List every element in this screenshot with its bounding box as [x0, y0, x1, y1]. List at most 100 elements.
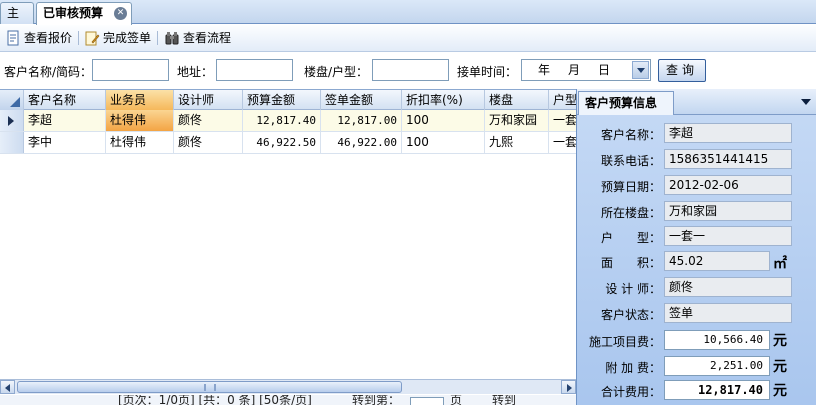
designer-field[interactable]: 颜佟: [664, 277, 792, 297]
pager-info: [页次：1/0页] [共：0 条] [50条/页]: [118, 395, 312, 405]
column-header-customer[interactable]: 客户名称: [24, 90, 106, 110]
tab-approved-budget-label: 已审核预算: [43, 6, 104, 20]
cell-house-type[interactable]: 一套一: [549, 110, 576, 131]
binoculars-icon: [165, 32, 179, 45]
budget-date-field-label: 预算日期：: [600, 180, 661, 194]
toolbar-divider: [157, 31, 158, 45]
column-header-signed[interactable]: 签单金额: [321, 90, 402, 110]
scroll-left-icon[interactable]: [0, 380, 15, 394]
current-row-icon: [8, 116, 14, 126]
cell-customer[interactable]: 李中: [24, 132, 106, 153]
cell-customer[interactable]: 李超: [24, 110, 106, 131]
goto-page-input[interactable]: [410, 397, 444, 405]
budget-date-field[interactable]: 2012-02-06: [664, 175, 792, 195]
query-button[interactable]: 查询: [658, 59, 706, 82]
date-month: 月: [568, 63, 581, 77]
customer-budget-panel: 客户预算信息 客户名称： 李超 联系电话： 1586351441415 预算日期…: [576, 89, 816, 405]
address-label: 地址：: [177, 65, 214, 79]
scrollbar-thumb[interactable]: [17, 381, 402, 393]
chevron-down-icon[interactable]: [632, 61, 649, 79]
tab-strip: 主页 已审核预算 ✕: [0, 0, 816, 40]
column-header-discount[interactable]: 折扣率(%): [402, 90, 485, 110]
extra-fee-field[interactable]: 2,251.00: [664, 356, 770, 376]
column-header-salesman[interactable]: 业务员: [106, 90, 174, 110]
column-header-house-type[interactable]: 户型: [549, 90, 576, 110]
customer-name-label: 客户名称/简码：: [4, 65, 93, 79]
currency-unit: 元: [773, 383, 787, 399]
building-type-input[interactable]: [372, 59, 449, 81]
cell-signed[interactable]: 46,922.00: [321, 132, 402, 153]
building-type-label: 楼盘/户型：: [304, 65, 369, 79]
toolbar-divider: [78, 31, 79, 45]
cell-salesman[interactable]: 杜得伟: [106, 132, 174, 153]
cell-house-type[interactable]: 一套一: [549, 132, 576, 153]
cell-salesman[interactable]: 杜得伟: [106, 110, 174, 131]
house-type-field[interactable]: 一套一: [664, 226, 792, 246]
address-input[interactable]: [216, 59, 293, 81]
horizontal-scrollbar[interactable]: [0, 379, 576, 394]
area-field-label: 面 积：: [600, 256, 661, 270]
designer-field-label: 设 计 师：: [605, 282, 661, 296]
status-field[interactable]: 签单: [664, 303, 792, 323]
cell-discount[interactable]: 100: [402, 110, 485, 131]
cell-designer[interactable]: 颜佟: [174, 110, 243, 131]
customer-name-field[interactable]: 李超: [664, 123, 792, 143]
document-icon: [7, 30, 19, 46]
phone-field-label: 联系电话：: [600, 154, 661, 168]
area-field[interactable]: 45.02: [664, 251, 770, 271]
budget-grid: 客户名称 业务员 设计师 预算金额 签单金额 折扣率(%) 楼盘 户型 李超 杜…: [0, 89, 576, 379]
cell-designer[interactable]: 颜佟: [174, 132, 243, 153]
cell-building[interactable]: 万和家园: [485, 110, 549, 131]
view-quote-label: 查看报价: [24, 31, 73, 45]
cell-discount[interactable]: 100: [402, 132, 485, 153]
panel-title[interactable]: 客户预算信息: [578, 91, 674, 115]
search-bar: 客户名称/简码： 地址： 楼盘/户型： 接单时间： 年 月 日 查询: [0, 53, 816, 88]
page-suffix: 页: [450, 395, 463, 405]
currency-unit: 元: [773, 333, 787, 349]
sign-document-icon: [85, 31, 100, 46]
column-header-building[interactable]: 楼盘: [485, 90, 549, 110]
app-window: 主页 已审核预算 ✕ 查看报价 完成签单: [0, 0, 816, 405]
tab-home[interactable]: 主页: [0, 2, 34, 40]
status-field-label: 客户状态：: [600, 308, 661, 322]
cell-budget[interactable]: 46,922.50: [243, 132, 321, 153]
goto-label: 转到第：: [352, 395, 401, 405]
tab-approved-budget[interactable]: 已审核预算 ✕: [36, 2, 132, 25]
row-header[interactable]: [0, 132, 24, 153]
complete-sign-label: 完成签单: [103, 31, 152, 45]
customer-name-input[interactable]: [92, 59, 169, 81]
order-date-picker[interactable]: 年 月 日: [521, 59, 651, 81]
construction-fee-field[interactable]: 10,566.40: [664, 330, 770, 350]
goto-button[interactable]: 转到: [492, 395, 516, 405]
row-header[interactable]: [0, 110, 24, 131]
date-year: 年: [538, 63, 551, 77]
view-flow-button[interactable]: 查看流程: [162, 29, 231, 47]
total-fee-label: 合计费用：: [600, 385, 661, 399]
complete-sign-button[interactable]: 完成签单: [82, 29, 151, 47]
cell-signed[interactable]: 12,817.00: [321, 110, 402, 131]
cell-budget[interactable]: 12,817.40: [243, 110, 321, 131]
total-fee-field[interactable]: 12,817.40: [664, 380, 770, 400]
column-header-designer[interactable]: 设计师: [174, 90, 243, 110]
scroll-right-icon[interactable]: [561, 380, 576, 394]
currency-unit: 元: [773, 359, 787, 375]
pager: [页次：1/0页] [共：0 条] [50条/页] 转到第： 页 转到: [0, 395, 576, 405]
construction-fee-label: 施工项目费：: [588, 335, 661, 349]
close-icon[interactable]: ✕: [114, 7, 127, 20]
grid-header: 客户名称 业务员 设计师 预算金额 签单金额 折扣率(%) 楼盘 户型: [0, 90, 576, 110]
area-unit: ㎡: [773, 256, 787, 272]
view-quote-button[interactable]: 查看报价: [3, 29, 72, 47]
view-flow-label: 查看流程: [183, 31, 232, 45]
table-row[interactable]: 李超 杜得伟 颜佟 12,817.40 12,817.00 100 万和家园 一…: [0, 110, 576, 132]
cell-building[interactable]: 九熙: [485, 132, 549, 153]
select-all-corner[interactable]: [0, 90, 24, 110]
chevron-down-icon[interactable]: [801, 99, 811, 105]
building-field[interactable]: 万和家园: [664, 201, 792, 221]
house-type-field-label: 户 型：: [600, 231, 661, 245]
column-header-budget[interactable]: 预算金额: [243, 90, 321, 110]
phone-field[interactable]: 1586351441415: [664, 149, 792, 169]
table-row[interactable]: 李中 杜得伟 颜佟 46,922.50 46,922.00 100 九熙 一套一: [0, 132, 576, 154]
customer-name-field-label: 客户名称：: [600, 128, 661, 142]
date-day: 日: [598, 63, 611, 77]
grip-icon: [204, 384, 216, 391]
